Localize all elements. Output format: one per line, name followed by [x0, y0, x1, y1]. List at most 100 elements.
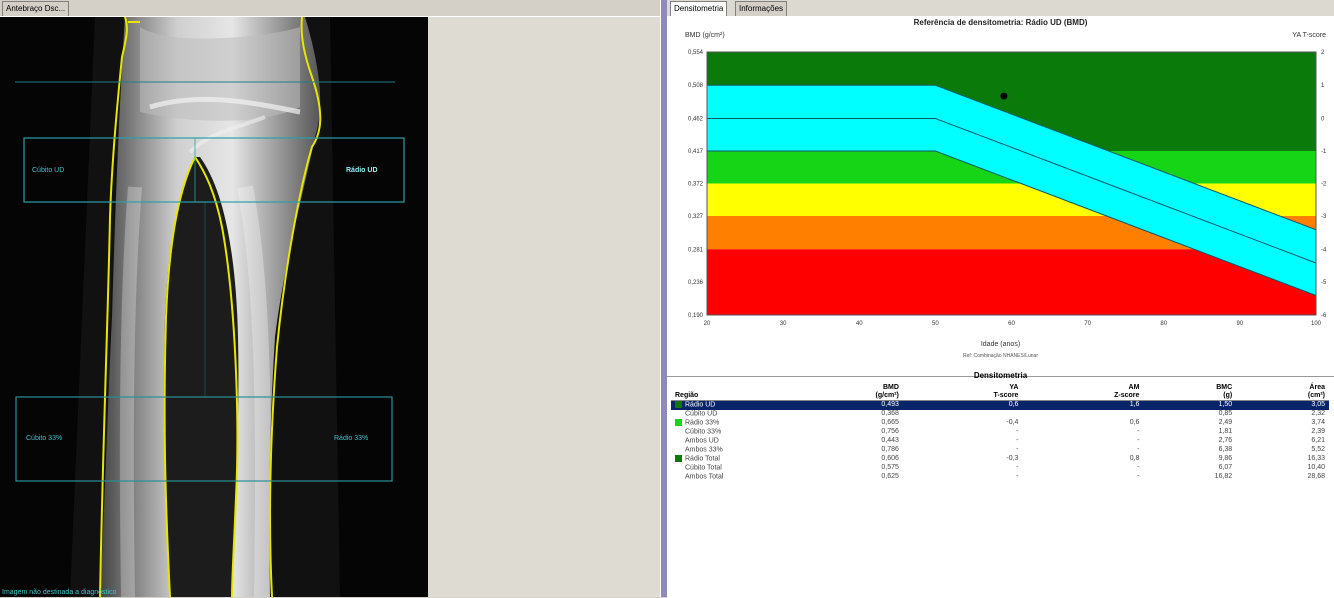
table-row[interactable]: Ambos 33% 0,786 - - 6,38 5,52	[671, 446, 1329, 455]
region-name: Ambos UD	[685, 437, 719, 445]
y-tick-label: 0,236	[688, 280, 704, 286]
y2-tick-label: -5	[1321, 280, 1327, 286]
cell-bmc: 6,38	[1218, 445, 1233, 453]
col-header-bmd[interactable]: BMD (g/cm²)	[789, 384, 903, 401]
table-title: Densitometria	[973, 371, 1028, 380]
col-header-ya[interactable]: YA T-score	[902, 384, 1023, 401]
region-name: Cúbito 33%	[685, 428, 722, 436]
region-name: Cúbito Total	[685, 463, 722, 471]
region-color-marker	[675, 401, 682, 408]
reference-chart: 0,554 2 0,508 1 0,462 0 0,417 -1 0,372 -2 0,327 -3 0…	[688, 50, 1327, 327]
cell-am	[1022, 410, 1143, 419]
region-color-marker	[675, 410, 682, 417]
y2-tick-label: -1	[1321, 149, 1327, 155]
roi-label-radio-33: Rádio 33%	[334, 435, 369, 442]
cell-bmc: 6,07	[1218, 463, 1233, 471]
reference-chart-panel: Referência de densitometria: Rádio UD (B…	[667, 16, 1334, 376]
cell-area: 6,21	[1311, 436, 1325, 444]
cell-ya: -0,4	[1006, 419, 1019, 427]
x-tick-label: 100	[1311, 321, 1322, 327]
col-header-region[interactable]: Região	[671, 384, 789, 401]
table-row[interactable]: Cúbito Total 0,575 - - 6,07 10,40	[671, 464, 1329, 473]
image-pane-empty-area	[428, 17, 660, 597]
y-tick-label: 0,327	[688, 214, 704, 220]
region-color-marker	[675, 473, 682, 480]
region-color-marker	[675, 454, 682, 462]
x-tick-label: 20	[704, 321, 711, 327]
densitometry-table-panel: Densitometria Região BMD (g/cm²) YA T-scor…	[667, 371, 1334, 598]
cell-area: 16,33	[1307, 454, 1325, 462]
right-tab-bar: Densitometria Informações	[667, 0, 1334, 16]
table-row[interactable]: Ambos Total 0,625 - - 16,82 28,68	[671, 473, 1329, 482]
table-row[interactable]: Rádio 33% 0,665 -0,4 0,6 2,49 3,74	[671, 418, 1329, 428]
cell-bmd: 0,786	[881, 445, 899, 453]
cell-bmd: 0,625	[881, 472, 899, 480]
cell-bmd: 0,606	[881, 454, 899, 462]
cell-region: Rádio UD	[671, 400, 789, 410]
cell-am: -	[1137, 463, 1140, 471]
cell-bmd: 0,368	[881, 410, 899, 418]
cell-ya: -	[1016, 472, 1019, 480]
col-header-bmc[interactable]: BMC (g)	[1143, 384, 1237, 401]
cell-am: 0,6	[1129, 419, 1140, 427]
cell-bmc: 0,85	[1218, 410, 1233, 418]
table-row[interactable]: Rádio UD 0,493 0,6 1,6 1,50 3,05	[671, 400, 1329, 410]
tab-antebraco[interactable]: Antebraço Dsc...	[2, 1, 70, 16]
cell-bmd: 0,756	[881, 427, 899, 435]
cell-am: 1,6	[1022, 400, 1144, 410]
region-name: Rádio Total	[685, 454, 720, 462]
y2-tick-label: 0	[1321, 116, 1325, 122]
y2-tick-label: -6	[1321, 313, 1327, 319]
y-tick-label: 0,554	[688, 50, 704, 56]
y-tick-label: 0,417	[688, 149, 704, 155]
densitometry-table: Região BMD (g/cm²) YA T-score AM Z-score BM…	[671, 384, 1329, 481]
x-tick-label: 40	[856, 321, 863, 327]
cell-bmd: 0,443	[881, 436, 899, 444]
x-tick-label: 90	[1237, 321, 1244, 327]
x-tick-label: 60	[1008, 321, 1015, 327]
cell-ya: -	[1016, 427, 1019, 435]
x-tick-label: 80	[1160, 321, 1167, 327]
cell-region: Rádio 33%	[671, 418, 789, 428]
patient-point	[1000, 92, 1008, 100]
cell-area: 2,32	[1311, 410, 1325, 418]
cell-region: Cúbito UD	[671, 410, 789, 419]
image-footer-note: Imagem não destinada a diagnóstico	[2, 589, 117, 596]
table-row[interactable]: Ambos UD 0,443 - - 2,76 6,21	[671, 437, 1329, 446]
cell-area: 28,68	[1307, 472, 1325, 480]
roi-label-cubito-33: Cúbito 33%	[26, 435, 63, 442]
roi-label-cubito-ud: Cúbito UD	[32, 167, 65, 174]
region-name: Ambos Total	[685, 472, 724, 480]
table-header-row: Região BMD (g/cm²) YA T-score AM Z-score BM…	[671, 384, 1329, 401]
cell-ya: -	[1016, 445, 1019, 453]
col-header-area[interactable]: Área (cm²)	[1236, 384, 1329, 401]
cell-region: Ambos UD	[671, 437, 789, 446]
x-tick-label: 70	[1084, 321, 1091, 327]
y2-tick-label: -3	[1321, 214, 1327, 220]
tab-densitometria[interactable]: Densitometria	[670, 1, 728, 16]
x-tick-label: 30	[780, 321, 787, 327]
dxa-forearm-image[interactable]: Cúbito UD Rádio UD Cúbito 33% Rádio 33% …	[0, 17, 428, 597]
cell-am: -	[1137, 436, 1140, 444]
cell-bmc: 1,81	[1218, 427, 1233, 435]
y2-tick-label: 2	[1321, 50, 1325, 56]
table-row[interactable]: Cúbito 33% 0,756 - - 1,81 2,39	[671, 428, 1329, 437]
table-row[interactable]: Cúbito UD 0,368 0,85 2,32	[671, 410, 1329, 419]
cell-bmc: 16,82	[1214, 472, 1233, 480]
tab-informacoes[interactable]: Informações	[735, 1, 788, 16]
y2-tick-label: 1	[1321, 83, 1325, 89]
cell-am: -	[1137, 472, 1140, 480]
table-row[interactable]: Rádio Total 0,606 -0,3 0,8 9,86 16,33	[671, 454, 1329, 464]
roi-label-radio-ud: Rádio UD	[346, 167, 378, 174]
col-header-am[interactable]: AM Z-score	[1022, 384, 1144, 401]
cell-area: 3,05	[1236, 400, 1329, 410]
region-color-marker	[675, 437, 682, 444]
y-tick-label: 0,372	[688, 182, 704, 188]
x-axis-label: Idade (anos)	[980, 341, 1021, 348]
cell-am: -	[1137, 427, 1140, 435]
region-color-marker	[675, 464, 682, 471]
cell-region: Cúbito Total	[671, 464, 789, 473]
y-tick-label: 0,462	[688, 116, 704, 122]
cell-region: Rádio Total	[671, 454, 789, 464]
region-name: Cúbito UD	[685, 410, 718, 418]
